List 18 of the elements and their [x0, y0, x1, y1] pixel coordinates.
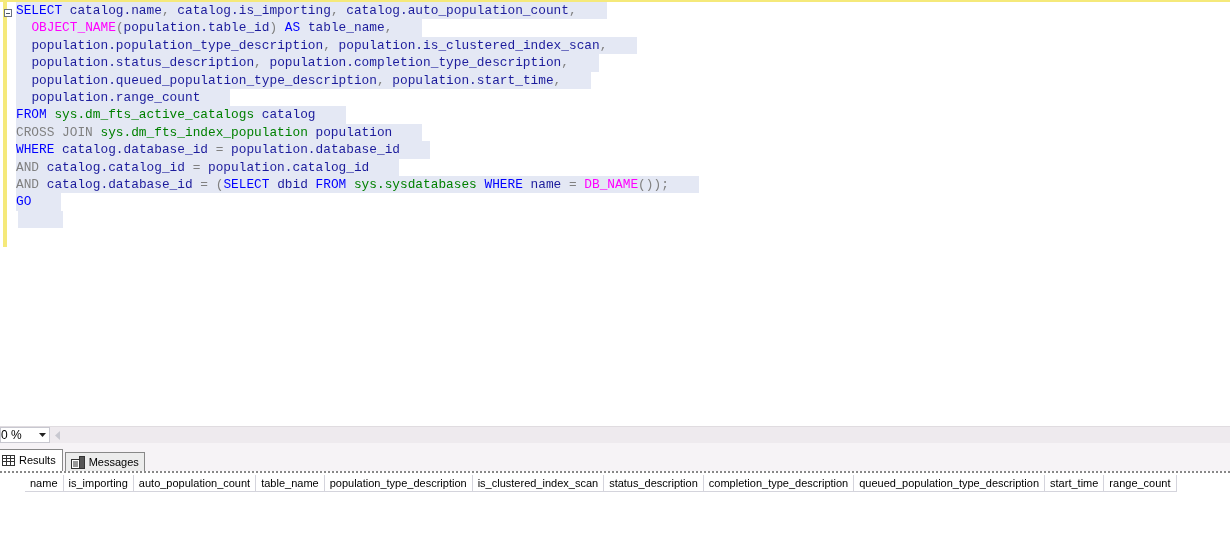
grid-icon — [2, 455, 15, 466]
column-header[interactable]: completion_type_description — [703, 475, 855, 492]
column-header[interactable]: start_time — [1045, 475, 1105, 492]
column-header[interactable]: status_description — [604, 475, 704, 492]
column-header[interactable]: auto_population_count — [133, 475, 257, 492]
caret-icon — [39, 433, 46, 437]
column-header[interactable]: is_importing — [63, 475, 134, 492]
zoom-dropdown[interactable]: 0 % — [0, 427, 50, 443]
document-icon — [70, 455, 85, 469]
column-header[interactable]: table_name — [256, 475, 325, 492]
column-header[interactable]: population_type_description — [324, 475, 473, 492]
column-header[interactable]: is_clustered_index_scan — [472, 475, 605, 492]
results-tab[interactable]: Results — [0, 449, 63, 471]
collapse-icon[interactable] — [4, 9, 12, 17]
results-tab[interactable]: Messages — [64, 452, 145, 471]
column-header[interactable]: name — [25, 475, 64, 492]
column-header[interactable]: range_count — [1104, 475, 1177, 492]
column-header[interactable]: queued_population_type_description — [854, 475, 1046, 492]
